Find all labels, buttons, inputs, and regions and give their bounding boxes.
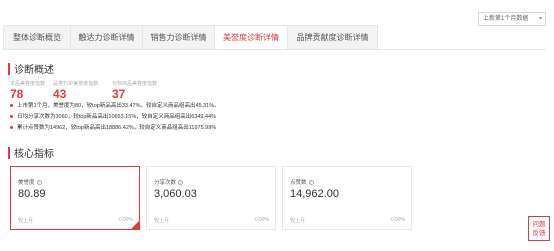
metric-value-own: 78 xyxy=(10,87,24,101)
kpi-card-foot-label: 较上月 xyxy=(290,218,306,224)
kpi-card-label-row: 美誉度 ? xyxy=(18,178,42,186)
tab-brand-contribution[interactable]: 品牌贡献度诊断详情 xyxy=(288,26,378,50)
kpi-card-foot-label: 较上月 xyxy=(154,218,170,224)
summary-item: 日均分享次数为3060，较top新品高出10653.15%，较自定义商品组高出6… xyxy=(10,112,216,120)
info-icon[interactable]: ? xyxy=(178,179,184,185)
tab-reach[interactable]: 触达力诊断详情 xyxy=(71,26,143,50)
kpi-card-reputation[interactable]: 美誉度 ? 80.89 较上月 0.00% xyxy=(10,166,140,230)
kpi-card-foot-label: 较上月 xyxy=(18,218,34,224)
feedback-line1: 问题 xyxy=(532,221,546,228)
kpi-card-likes[interactable]: 点赞数 ? 14,962.00 较上月 0.00% xyxy=(282,166,412,230)
metric-label-own: 本品美誉度指数 xyxy=(10,81,46,87)
kpi-title: 核心指标 xyxy=(14,149,54,160)
kpi-card-value: 80.89 xyxy=(18,188,46,200)
summary-item: 上市第1个月，美誉度为80，较top新品高出33.47%，较自定义商品组高出45… xyxy=(10,101,220,109)
bullet-dot-icon xyxy=(10,103,13,107)
metric-label-benchmark: 对标商品美誉度指数 xyxy=(112,81,158,87)
tab-sales[interactable]: 销售力诊断详情 xyxy=(143,26,215,50)
kpi-header: 核心指标 xyxy=(8,145,54,160)
feedback-line2: 反馈 xyxy=(532,230,546,237)
summary-text: 累计点赞数为14962，较top新品高出18886.42%，较自定义商品组高出1… xyxy=(17,125,217,131)
kpi-card-foot-value: 0.00% xyxy=(254,217,269,223)
tab-overview[interactable]: 整体诊断概览 xyxy=(4,26,71,50)
kpi-card-label-row: 点赞数 ? xyxy=(290,178,314,186)
tab-reputation[interactable]: 美誉度诊断详情 xyxy=(215,26,288,50)
kpi-card-label-row: 分享次数 ? xyxy=(154,178,184,186)
bullet-dot-icon xyxy=(10,125,13,129)
selected-corner-icon xyxy=(131,221,139,229)
kpi-card-value: 3,060.03 xyxy=(154,188,197,200)
tabs-divider xyxy=(3,49,546,50)
info-icon[interactable]: ? xyxy=(36,179,42,185)
kpi-card-foot-value: 0.00% xyxy=(390,217,405,223)
kpi-card-label: 分享次数 xyxy=(154,180,177,186)
section-marker xyxy=(8,62,10,75)
overview-header: 诊断概述 xyxy=(8,61,54,76)
kpi-card-value: 14,962.00 xyxy=(290,188,339,200)
period-select[interactable]: 上新第1个月数据 ▾ xyxy=(478,12,546,26)
feedback-button[interactable]: 问题 反馈 xyxy=(528,216,550,241)
summary-text: 日均分享次数为3060，较top新品高出10653.15%，较自定义商品组高出6… xyxy=(17,114,216,120)
kpi-card-shares[interactable]: 分享次数 ? 3,060.03 较上月 0.00% xyxy=(146,166,276,230)
summary-item: 累计点赞数为14962，较top新品高出18886.42%，较自定义商品组高出1… xyxy=(10,123,216,131)
bullet-dot-icon xyxy=(10,114,13,118)
kpi-card-label: 美誉度 xyxy=(18,180,35,186)
overview-title: 诊断概述 xyxy=(14,65,54,76)
diagnosis-tabs: 整体诊断概览 触达力诊断详情 销售力诊断详情 美誉度诊断详情 品牌贡献度诊断详情 xyxy=(3,25,378,50)
metric-value-top: 43 xyxy=(53,87,67,101)
info-icon[interactable]: ? xyxy=(308,179,314,185)
chevron-down-icon: ▾ xyxy=(538,16,542,22)
section-marker xyxy=(8,146,10,159)
metric-value-benchmark: 37 xyxy=(112,87,126,101)
metric-label-top: 品类TOP美誉度指数 xyxy=(53,81,99,87)
period-select-value: 上新第1个月数据 xyxy=(483,16,529,22)
summary-text: 上市第1个月，美誉度为80，较top新品高出33.47%，较自定义商品组高出45… xyxy=(17,103,220,109)
kpi-card-label: 点赞数 xyxy=(290,180,307,186)
